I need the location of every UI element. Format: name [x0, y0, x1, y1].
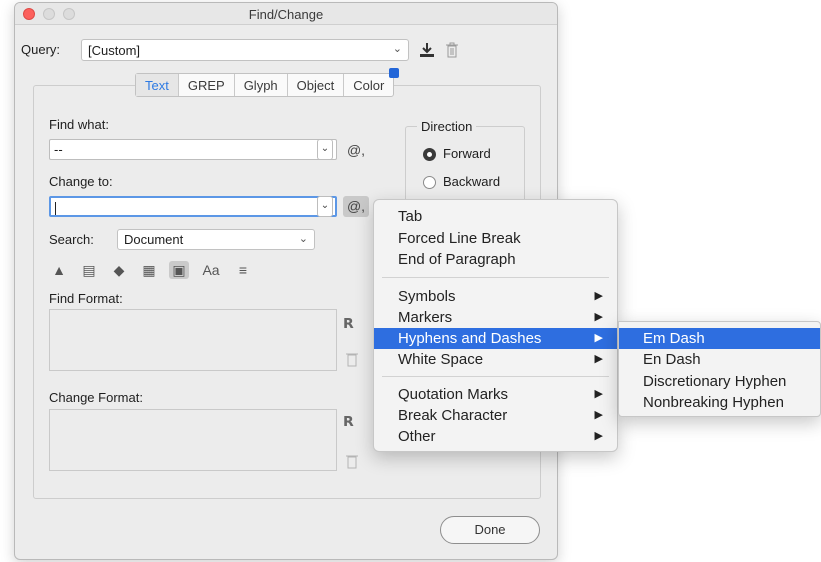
find-format-box[interactable] [49, 309, 337, 371]
mode-tabs: Text GREP Glyph Object Color [135, 68, 400, 97]
menu-item-discretionary-hyphen[interactable]: Discretionary Hyphen [619, 371, 820, 392]
submenu-arrow-icon: ▶ [594, 430, 603, 442]
title-bar: Find/Change [15, 3, 557, 25]
submenu-arrow-icon: ▶ [594, 388, 603, 400]
case-sensitive-icon[interactable]: Aa [199, 261, 223, 279]
change-format-box[interactable] [49, 409, 337, 471]
hyphens-dashes-submenu: Em Dash En Dash Discretionary Hyphen Non… [618, 321, 821, 417]
chevron-down-icon: ⌄ [392, 43, 402, 55]
menu-separator [382, 376, 609, 377]
tab-glyph[interactable]: Glyph [235, 74, 288, 96]
change-special-characters-button[interactable]: @, [343, 196, 369, 217]
specify-find-format-icon[interactable]: 𝗥 [343, 315, 354, 332]
menu-item-nonbreaking-hyphen[interactable]: Nonbreaking Hyphen [619, 392, 820, 413]
clear-find-format-icon[interactable] [345, 351, 359, 367]
menu-item-label: Symbols [398, 288, 456, 305]
menu-item-other[interactable]: Other ▶ [374, 426, 617, 447]
menu-item-label: Quotation Marks [398, 386, 509, 403]
tab-color-label: Color [353, 78, 385, 93]
color-indicator-icon [389, 68, 400, 78]
find-special-characters-button[interactable]: @, [343, 140, 369, 161]
query-select[interactable]: [Custom] ⌄ [81, 39, 409, 61]
change-to-input[interactable] [49, 196, 337, 217]
search-scope-select[interactable]: Document ⌄ [117, 229, 315, 250]
menu-item-markers[interactable]: Markers ▶ [374, 307, 617, 328]
tab-object[interactable]: Object [288, 74, 345, 96]
backward-label: Backward [443, 174, 501, 189]
lock-layers-icon[interactable]: ▲ [49, 261, 69, 279]
text-cursor [55, 202, 56, 216]
menu-item-em-dash[interactable]: Em Dash [619, 328, 820, 349]
query-label: Query: [21, 42, 61, 57]
footnotes-icon[interactable]: ▣ [169, 261, 189, 279]
search-scope-value: Document [124, 232, 184, 247]
menu-item-hyphens-and-dashes[interactable]: Hyphens and Dashes ▶ [374, 328, 617, 349]
change-to-label: Change to: [49, 174, 113, 189]
forward-label: Forward [443, 146, 491, 161]
tab-grep[interactable]: GREP [179, 74, 235, 96]
menu-item-label: Other [398, 428, 436, 445]
submenu-arrow-icon: ▶ [594, 290, 603, 302]
menu-item-white-space[interactable]: White Space ▶ [374, 349, 617, 370]
find-what-label: Find what: [49, 117, 109, 132]
menu-item-label: Markers [398, 309, 453, 326]
menu-item-label: Hyphens and Dashes [398, 330, 542, 347]
direction-title: Direction [417, 119, 477, 134]
whole-word-icon[interactable]: ≡ [233, 261, 253, 279]
menu-item-en-dash[interactable]: En Dash [619, 349, 820, 370]
hidden-layers-icon[interactable]: ◆ [109, 261, 129, 279]
tab-text[interactable]: Text [136, 74, 179, 96]
menu-item-break-character[interactable]: Break Character ▶ [374, 405, 617, 426]
search-label: Search: [49, 232, 94, 247]
done-button[interactable]: Done [440, 516, 540, 544]
menu-item-label: White Space [398, 351, 484, 368]
menu-item-forced-line-break[interactable]: Forced Line Break [374, 228, 617, 249]
chevron-down-icon: ⌄ [298, 233, 308, 245]
window-title: Find/Change [248, 7, 324, 22]
clear-change-format-icon[interactable] [345, 453, 359, 469]
master-pages-icon[interactable]: ▦ [139, 261, 159, 279]
submenu-arrow-icon: ▶ [594, 353, 603, 365]
menu-separator [382, 277, 609, 278]
change-to-dropdown-button[interactable]: ⌄ [317, 196, 333, 217]
submenu-arrow-icon: ▶ [594, 311, 603, 323]
direction-group [405, 126, 525, 206]
menu-item-quotation-marks[interactable]: Quotation Marks ▶ [374, 384, 617, 405]
find-what-value: -- [54, 142, 63, 157]
find-what-dropdown-button[interactable]: ⌄ [317, 139, 333, 160]
submenu-arrow-icon: ▶ [594, 409, 603, 421]
tab-color[interactable]: Color [344, 68, 400, 96]
save-query-icon[interactable] [418, 41, 436, 59]
forward-radio[interactable] [423, 148, 436, 161]
query-value: [Custom] [88, 43, 141, 58]
menu-item-end-of-paragraph[interactable]: End of Paragraph [374, 249, 617, 270]
lock-stories-icon[interactable]: ▤ [79, 261, 99, 279]
change-format-label: Change Format: [49, 390, 143, 405]
backward-radio[interactable] [423, 176, 436, 189]
menu-item-tab[interactable]: Tab [374, 206, 617, 227]
menu-item-label: Break Character [398, 407, 508, 424]
menu-item-symbols[interactable]: Symbols ▶ [374, 286, 617, 307]
find-what-input[interactable]: -- [49, 139, 337, 160]
find-format-label: Find Format: [49, 291, 123, 306]
specify-change-format-icon[interactable]: 𝗥 [343, 413, 354, 430]
delete-query-icon[interactable] [445, 42, 459, 58]
special-characters-menu: Tab Forced Line Break End of Paragraph S… [373, 199, 618, 452]
submenu-arrow-icon: ▶ [594, 332, 603, 344]
